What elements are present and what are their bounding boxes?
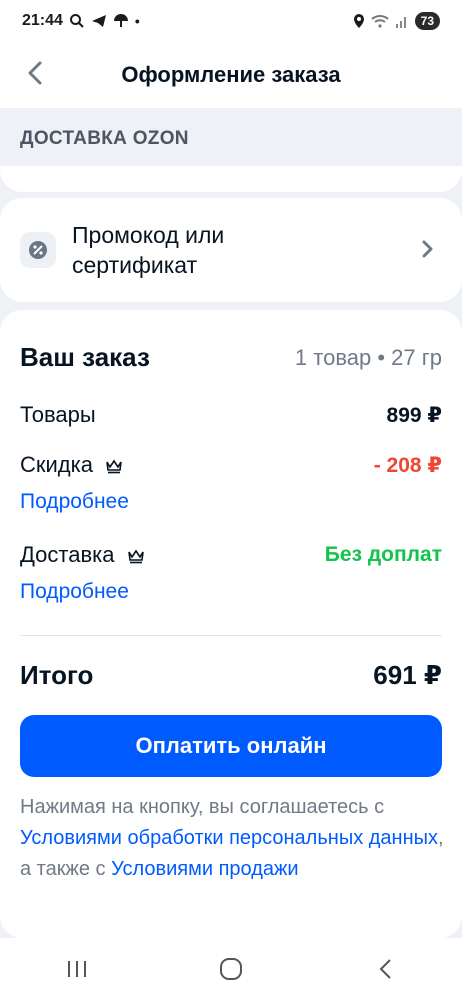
delivery-value: Без доплат: [324, 543, 442, 566]
telegram-icon: [91, 15, 106, 27]
location-icon: [353, 14, 364, 28]
delivery-label-wrap: Доставка: [20, 542, 145, 568]
order-title: Ваш заказ: [20, 342, 150, 372]
legal-text-1: Нажимая на кнопку, вы соглашаетесь с: [20, 796, 385, 818]
percent-icon: [20, 232, 56, 268]
page-title: Оформление заказа: [121, 62, 341, 87]
status-left: 21:44 •: [22, 12, 140, 30]
legal-notice: Нажимая на кнопку, вы соглашаетесь с Усл…: [20, 792, 450, 885]
battery-badge: 73: [414, 12, 440, 30]
home-button[interactable]: [201, 949, 261, 989]
privacy-terms-link[interactable]: Условиями обработки персональных данных: [20, 827, 438, 849]
promo-code-label: Промокод или сертификат: [72, 222, 225, 278]
status-right: 73: [353, 12, 440, 30]
recent-apps-icon: [68, 961, 86, 977]
crown-icon: [106, 459, 122, 474]
recent-apps-button[interactable]: [47, 949, 107, 989]
delivery-details-link[interactable]: Подробнее: [20, 580, 129, 604]
umbrella-icon: [113, 14, 128, 27]
discount-row: Скидка - 208 ₽: [20, 452, 442, 478]
discount-label: Скидка: [20, 452, 93, 477]
goods-row: Товары 899 ₽: [20, 402, 442, 428]
total-label: Итого: [20, 660, 94, 690]
home-icon: [220, 958, 242, 980]
order-summary-card: Ваш заказ 1 товар • 27 гр Товары 899 ₽ С…: [0, 310, 462, 938]
discount-label-wrap: Скидка: [20, 452, 123, 478]
delivery-label: Доставка: [20, 542, 115, 567]
divider: [20, 635, 442, 636]
nav-back-button[interactable]: [355, 949, 415, 989]
goods-value: 899 ₽: [386, 403, 442, 427]
back-button[interactable]: [18, 56, 52, 90]
chevron-right-icon: [422, 240, 433, 258]
status-time: 21:44: [22, 12, 63, 29]
back-arrow-icon: [379, 959, 391, 979]
delivery-card-bottom: [0, 166, 462, 192]
discount-details-link[interactable]: Подробнее: [20, 490, 129, 514]
system-nav-bar: [0, 938, 462, 1000]
notification-dot-icon: •: [134, 13, 140, 29]
pay-online-button[interactable]: Оплатить онлайн: [20, 715, 442, 777]
order-header: Ваш заказ 1 товар • 27 гр: [20, 342, 442, 373]
app-header: Оформление заказа: [0, 42, 462, 108]
goods-label: Товары: [20, 402, 96, 427]
delivery-section-title: ДОСТАВКА OZON: [20, 128, 189, 149]
discount-value: - 208 ₽: [373, 453, 442, 477]
delivery-row: Доставка Без доплат: [20, 542, 442, 568]
total-row: Итого 691 ₽: [20, 660, 442, 691]
order-meta: 1 товар • 27 гр: [294, 344, 442, 370]
total-value: 691 ₽: [373, 660, 442, 690]
search-icon: [69, 14, 84, 28]
sale-terms-link[interactable]: Условиями продажи: [111, 858, 298, 880]
promo-code-row[interactable]: Промокод или сертификат: [0, 198, 462, 302]
status-bar: 21:44 • 73: [0, 0, 462, 42]
chevron-left-icon: [28, 61, 42, 85]
crown-icon: [127, 549, 144, 564]
signal-icon: [395, 17, 406, 28]
wifi-icon: [370, 15, 389, 28]
